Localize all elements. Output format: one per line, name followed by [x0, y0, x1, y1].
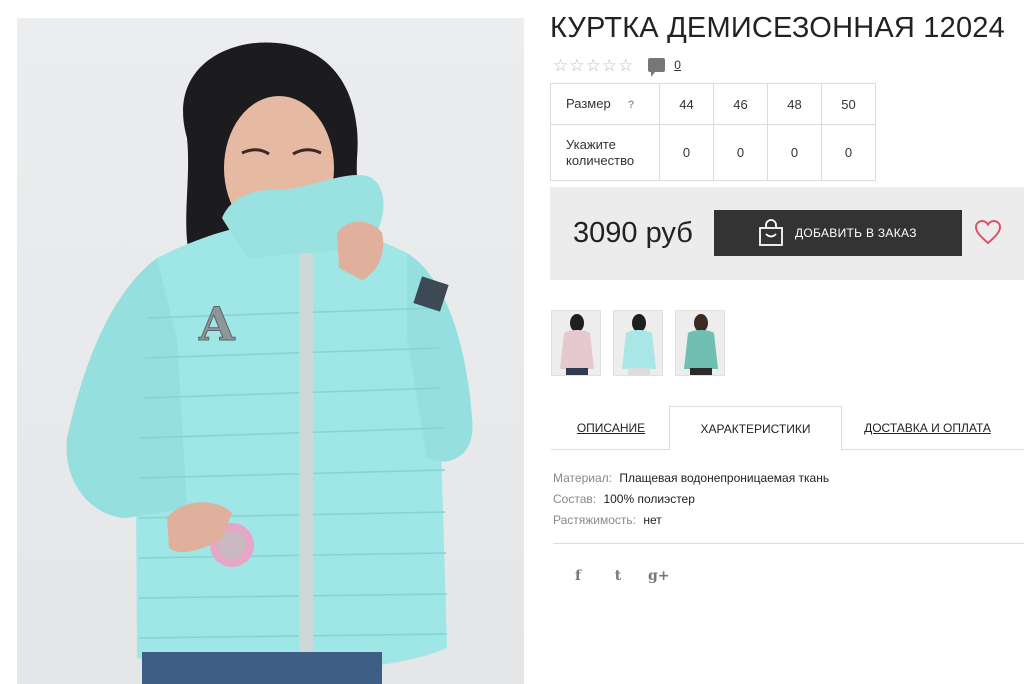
add-to-order-button[interactable]: ДОБАВИТЬ В ЗАКАЗ [714, 210, 962, 256]
rating-star-icon[interactable]: ☆ [602, 57, 617, 74]
size-option: 46 [713, 83, 768, 125]
size-option: 48 [767, 83, 822, 125]
quantity-label-line1: Укажите [566, 136, 616, 152]
divider [553, 543, 1024, 544]
size-label: Размер [566, 95, 611, 111]
rating-star-icon[interactable]: ☆ [618, 57, 633, 74]
characteristics-list: Материал: Плащевая водонепроницаемая тка… [553, 468, 829, 531]
tab-description[interactable]: ОПИСАНИЕ [551, 406, 671, 450]
size-option: 50 [821, 83, 876, 125]
quantity-label-cell: Укажите количество [550, 124, 660, 181]
add-to-order-label: ДОБАВИТЬ В ЗАКАЗ [795, 226, 917, 240]
quantity-input[interactable]: 0 [821, 124, 876, 181]
spec-row: Материал: Плащевая водонепроницаемая тка… [553, 468, 829, 489]
tab-characteristics[interactable]: ХАРАКТЕРИСТИКИ [669, 406, 842, 451]
tab-characteristics-label: ХАРАКТЕРИСТИКИ [700, 421, 811, 436]
quantity-input[interactable]: 0 [659, 124, 714, 181]
rating-star-icon[interactable]: ☆ [569, 57, 584, 74]
tab-description-label: ОПИСАНИЕ [576, 421, 646, 435]
rating-star-icon[interactable]: ☆ [586, 57, 601, 74]
rating-star-icon[interactable]: ☆ [553, 57, 568, 74]
spec-key: Состав: [553, 492, 597, 506]
thumbnail-teal-jacket[interactable] [675, 310, 725, 376]
product-tabs: ОПИСАНИЕ ХАРАКТЕРИСТИКИ ДОСТАВКА И ОПЛАТ… [551, 406, 1024, 451]
size-help-icon[interactable]: ? [628, 99, 635, 111]
spec-key: Материал: [553, 471, 612, 485]
spec-row: Состав: 100% полиэстер [553, 489, 829, 510]
spec-key: Растяжимость: [553, 513, 637, 527]
shopping-bag-icon [758, 219, 784, 247]
size-label-cell: Размер? [550, 83, 660, 125]
jacket-model-illustration: A [66, 42, 473, 684]
spec-value: 100% полиэстер [603, 492, 695, 506]
size-table: Размер? 44 46 48 50 Укажите количество 0… [550, 83, 876, 181]
quantity-label-line2: количество [566, 152, 635, 168]
buy-box: 3090 руб ДОБАВИТЬ В ЗАКАЗ [550, 187, 1024, 280]
spec-value: нет [643, 513, 662, 527]
tab-delivery-label: ДОСТАВКА И ОПЛАТА [864, 421, 991, 435]
tab-delivery[interactable]: ДОСТАВКА И ОПЛАТА [851, 406, 1004, 450]
quantity-input[interactable]: 0 [713, 124, 768, 181]
product-photo: A [17, 18, 524, 684]
twitter-icon[interactable]: t [608, 568, 628, 584]
svg-text:A: A [198, 297, 236, 351]
facebook-icon[interactable]: f [568, 568, 588, 584]
product-rating: ☆ ☆ ☆ ☆ ☆ 0 [553, 55, 681, 77]
comment-icon [648, 58, 666, 77]
product-title: КУРТКА ДЕМИСЕЗОННАЯ 12024 [550, 12, 1005, 44]
heart-icon[interactable] [974, 219, 1002, 245]
social-share: f t g+ [568, 568, 670, 584]
thumbnail-strip [551, 310, 725, 376]
spec-value: Плащевая водонепроницаемая ткань [619, 471, 830, 485]
product-price: 3090 руб [573, 217, 693, 249]
google-plus-icon[interactable]: g+ [648, 568, 670, 584]
spec-row: Растяжимость: нет [553, 510, 829, 531]
quantity-input[interactable]: 0 [767, 124, 822, 181]
thumbnail-mint-jacket[interactable] [613, 310, 663, 376]
size-option: 44 [659, 83, 714, 125]
reviews-count-link[interactable]: 0 [674, 58, 681, 72]
thumbnail-pink-jacket[interactable] [551, 310, 601, 376]
